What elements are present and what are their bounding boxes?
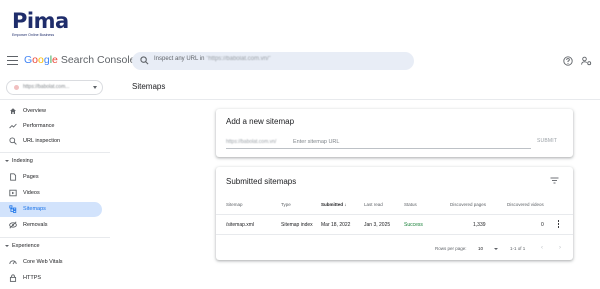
search-property: "https://babolat.com.vn/" [206, 56, 271, 62]
logo-tagline: Empower Online Business [12, 33, 55, 37]
cell-type: Sitemap index [281, 222, 313, 228]
property-url: https://babolat.com... [23, 84, 70, 90]
cell-sitemap[interactable]: /sitemap.xml [226, 222, 254, 228]
sort-arrow-down-icon: ↓ [344, 202, 347, 207]
sidebar-item-videos[interactable]: Videos [0, 186, 102, 201]
column-header-type[interactable]: Type [281, 202, 291, 207]
nav-divider [0, 152, 110, 153]
column-header-submitted[interactable]: Submitted ↓ [321, 202, 347, 207]
next-page-icon[interactable]: › [559, 245, 561, 251]
sidebar-item-overview[interactable]: Overview [0, 104, 102, 119]
cell-submitted: Mar 18, 2022 [321, 222, 351, 228]
sidebar-item-label: Videos [23, 190, 40, 196]
collapse-caret-icon [5, 159, 9, 162]
page-icon [10, 173, 17, 181]
gauge-icon [9, 260, 17, 265]
sidebar-item-pages[interactable]: Pages [0, 170, 102, 185]
table-header-divider [216, 214, 573, 215]
section-label: Experience [12, 243, 40, 249]
add-sitemap-title: Add a new sitemap [226, 117, 295, 126]
sidebar-item-performance[interactable]: Performance [0, 119, 102, 134]
sidebar-item-label: Core Web Vitals [23, 259, 63, 265]
hamburger-menu-icon[interactable] [7, 56, 18, 65]
search-prefix: Inspect any URL in [154, 56, 205, 62]
sidebar-item-core-web-vitals[interactable]: Core Web Vitals [0, 255, 102, 270]
pima-logo: Pima Empower Online Business [12, 10, 76, 44]
column-header-label: Submitted [321, 202, 343, 207]
cell-discovered-videos: 0 [541, 222, 544, 228]
page-title: Sitemaps [132, 82, 166, 91]
help-icon[interactable] [563, 56, 573, 66]
sidebar-item-label: Pages [23, 174, 39, 180]
lock-icon [9, 274, 17, 282]
status-badge: Success [404, 222, 423, 228]
trend-icon [9, 123, 17, 129]
submitted-sitemaps-card: Submitted sitemaps Sitemap Type Submitte… [216, 167, 573, 260]
search-placeholder: Inspect any URL in "https://babolat.com.… [154, 56, 271, 62]
submit-button[interactable]: SUBMIT [537, 138, 557, 144]
chevron-down-icon [93, 86, 97, 89]
pagination-range: 1-1 of 1 [510, 246, 526, 251]
header-divider [0, 99, 600, 100]
sidebar-item-label: HTTPS [23, 275, 42, 281]
nav-divider [0, 237, 110, 238]
nav-section-indexing[interactable]: Indexing [5, 158, 33, 164]
chevron-down-icon[interactable] [494, 248, 498, 250]
sidebar-item-label: Performance [23, 123, 55, 129]
previous-page-icon[interactable]: ‹ [541, 245, 543, 251]
sitemap-icon [9, 205, 17, 213]
add-sitemap-card: Add a new sitemap https://babolat.com.vn… [216, 109, 573, 157]
sidebar-item-removals[interactable]: Removals [0, 218, 102, 233]
section-label: Indexing [12, 158, 33, 164]
property-favicon [14, 85, 19, 90]
sidebar-item-url-inspection[interactable]: URL inspection [0, 134, 102, 149]
column-header-discovered-pages[interactable]: Discovered pages [450, 202, 486, 207]
home-icon [10, 108, 16, 114]
sidebar-item-label: Sitemaps [23, 206, 46, 212]
collapse-caret-icon [5, 244, 9, 247]
nav-section-experience[interactable]: Experience [5, 243, 40, 249]
table-footer-divider [216, 234, 573, 235]
rows-per-page-select[interactable]: 10 [478, 246, 483, 251]
sitemap-url-prefix: https://babolat.com.vn/ [226, 139, 277, 145]
product-title[interactable]: Google Search Console [24, 54, 136, 66]
cell-last-read: Jan 3, 2025 [364, 222, 391, 228]
sitemap-url-input[interactable]: Enter sitemap URL [293, 139, 339, 145]
column-header-status[interactable]: Status [404, 202, 417, 207]
search-icon [140, 56, 149, 65]
search-icon [9, 137, 17, 145]
property-selector[interactable]: https://babolat.com... [6, 80, 103, 95]
more-options-icon[interactable] [557, 220, 560, 229]
product-name: Search Console [60, 54, 136, 66]
rows-per-page-label: Rows per page: [435, 246, 467, 251]
top-bar: Google Search Console Inspect any URL in… [0, 48, 600, 76]
submitted-sitemaps-title: Submitted sitemaps [226, 177, 297, 186]
logo-text: Pima [12, 9, 69, 33]
video-icon [9, 189, 17, 197]
people-settings-icon[interactable] [581, 56, 592, 66]
column-header-last-read[interactable]: Last read [364, 202, 383, 207]
input-underline [226, 148, 531, 149]
google-wordmark: Google [24, 54, 58, 66]
filter-icon[interactable] [550, 177, 559, 184]
column-header-sitemap[interactable]: Sitemap [226, 202, 243, 207]
sidebar-item-https[interactable]: HTTPS [0, 271, 102, 286]
cell-discovered-pages: 1,339 [473, 222, 486, 228]
sidebar-item-label: URL inspection [23, 138, 61, 144]
sidebar-item-label: Overview [23, 108, 46, 114]
url-inspect-search-bar[interactable]: Inspect any URL in "https://babolat.com.… [132, 52, 414, 70]
removal-icon [9, 221, 17, 229]
sidebar-item-sitemaps[interactable]: Sitemaps [0, 202, 102, 217]
column-header-discovered-videos[interactable]: Discovered videos [507, 202, 544, 207]
sidebar-item-label: Removals [23, 222, 48, 228]
